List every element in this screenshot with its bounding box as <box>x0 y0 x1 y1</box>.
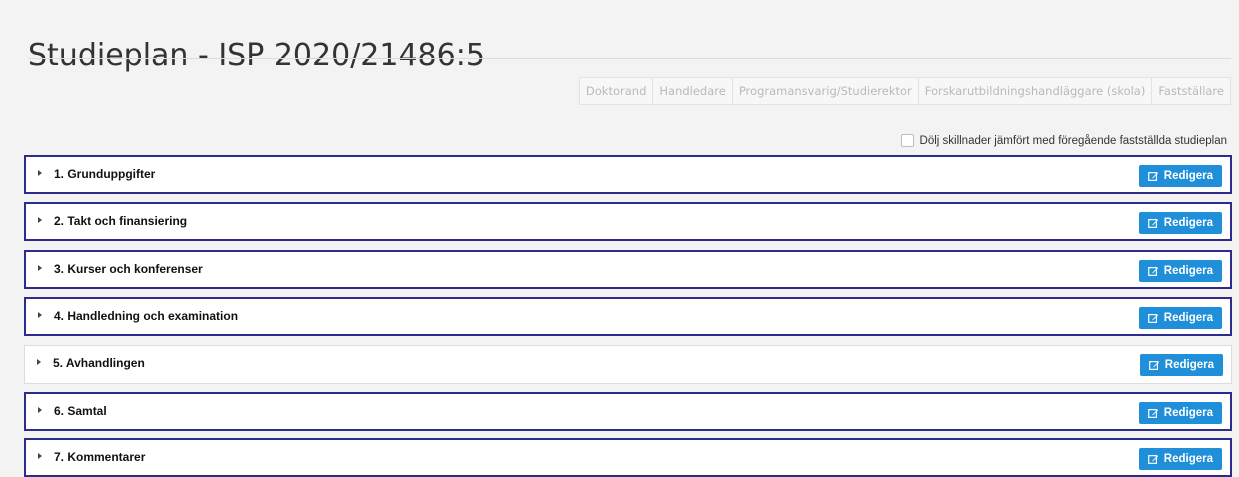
caret-right-icon <box>38 265 42 271</box>
role-handledare[interactable]: Handledare <box>652 77 733 105</box>
role-doktorand[interactable]: Doktorand <box>578 77 654 105</box>
edit-icon <box>1147 408 1159 418</box>
role-tabs: Doktorand Handledare Programansvarig/Stu… <box>578 77 1231 105</box>
caret-right-icon <box>38 407 42 413</box>
edit-button-label: Redigera <box>1163 407 1213 419</box>
caret-right-icon <box>37 359 41 365</box>
edit-button[interactable]: Redigera <box>1138 307 1222 329</box>
edit-button-label: Redigera <box>1163 265 1213 277</box>
role-programansvarig[interactable]: Programansvarig/Studierektor <box>731 77 919 105</box>
caret-right-icon <box>38 312 42 318</box>
edit-button-label: Redigera <box>1164 359 1214 371</box>
hide-diff-label: Dölj skillnader jämfört med föregående f… <box>919 134 1227 147</box>
edit-button-label: Redigera <box>1163 453 1213 465</box>
page-title: Studieplan - ISP 2020/21486:5 <box>28 38 485 74</box>
section-handledning-och-examination[interactable]: 4. Handledning och examination Redigera <box>24 297 1232 336</box>
edit-icon <box>1147 171 1159 181</box>
edit-button[interactable]: Redigera <box>1138 260 1222 282</box>
edit-button[interactable]: Redigera <box>1138 402 1222 424</box>
hide-diff-option[interactable]: Dölj skillnader jämfört med föregående f… <box>900 134 1227 147</box>
caret-right-icon <box>38 170 42 176</box>
edit-button[interactable]: Redigera <box>1138 448 1222 470</box>
section-label: 1. Grunduppgifter <box>54 167 156 181</box>
edit-icon <box>1147 313 1159 323</box>
section-avhandlingen[interactable]: 5. Avhandlingen Redigera <box>24 345 1232 384</box>
edit-button-label: Redigera <box>1163 217 1213 229</box>
section-takt-och-finansiering[interactable]: 2. Takt och finansiering Redigera <box>24 202 1232 241</box>
role-faststallare[interactable]: Fastställare <box>1151 77 1231 105</box>
edit-icon <box>1147 218 1159 228</box>
section-label: 3. Kurser och konferenser <box>54 262 203 276</box>
edit-button-label: Redigera <box>1163 312 1213 324</box>
section-label: 7. Kommentarer <box>54 450 146 464</box>
edit-button[interactable]: Redigera <box>1138 212 1222 234</box>
title-divider <box>28 58 1231 59</box>
edit-button[interactable]: Redigera <box>1139 354 1223 376</box>
role-forskarutbildningshandlaggare[interactable]: Forskarutbildningshandläggare (skola) <box>917 77 1153 105</box>
edit-button[interactable]: Redigera <box>1138 165 1222 187</box>
edit-icon <box>1147 266 1159 276</box>
edit-button-label: Redigera <box>1163 170 1213 182</box>
section-grunduppgifter[interactable]: 1. Grunduppgifter Redigera <box>24 155 1232 194</box>
section-label: 6. Samtal <box>54 404 107 418</box>
edit-icon <box>1147 454 1159 464</box>
section-label: 4. Handledning och examination <box>54 309 239 323</box>
section-kurser-och-konferenser[interactable]: 3. Kurser och konferenser Redigera <box>24 250 1232 289</box>
caret-right-icon <box>38 453 42 459</box>
section-label: 2. Takt och finansiering <box>54 214 188 228</box>
edit-icon <box>1148 360 1160 370</box>
section-label: 5. Avhandlingen <box>53 356 145 370</box>
caret-right-icon <box>38 217 42 223</box>
section-samtal[interactable]: 6. Samtal Redigera <box>24 392 1232 431</box>
hide-diff-checkbox[interactable] <box>900 134 914 147</box>
section-kommentarer[interactable]: 7. Kommentarer Redigera <box>24 438 1232 477</box>
